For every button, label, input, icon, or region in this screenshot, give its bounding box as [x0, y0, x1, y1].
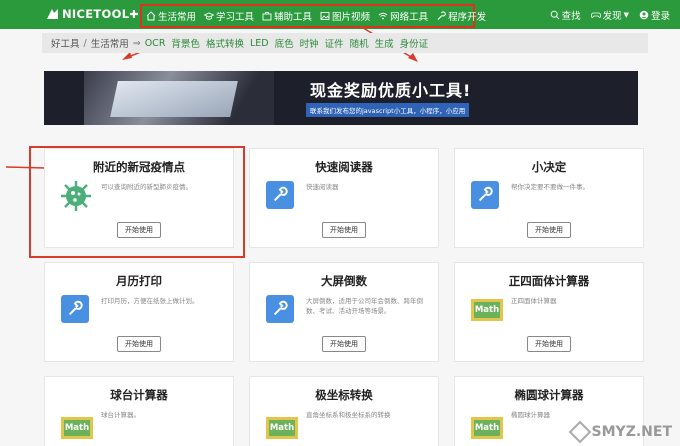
logo-text: NICETOOL [62, 7, 130, 21]
card-desc: 椭圆球计算器 [511, 411, 550, 419]
start-button[interactable]: 开始使用 [322, 222, 366, 238]
nav-item-study[interactable]: 学习工具 [204, 9, 254, 23]
start-button[interactable]: 开始使用 [322, 336, 366, 352]
laptop-screen [110, 81, 238, 117]
math-icon: Math [471, 299, 503, 321]
nav-label: 程序开发 [448, 12, 487, 23]
top-navbar: NICETOOL ✚ 生活常用 学习工具 辅助工具 图片视频 网络工具 程序开发 [0, 0, 680, 29]
tool-card-decision[interactable]: 小决定 帮你决定要不要做一件事。 开始使用 [454, 148, 644, 248]
card-title: 快速阅读器 [315, 160, 373, 174]
image-icon [320, 12, 330, 20]
card-desc: 快速阅读器 [306, 183, 339, 191]
site-logo[interactable]: NICETOOL ✚ [46, 7, 139, 21]
quick-link-clock[interactable]: 时钟 [300, 36, 319, 50]
quick-link-led[interactable]: LED [250, 38, 269, 49]
card-desc: 正四面体计算器 [511, 297, 557, 305]
math-icon: Math [471, 417, 503, 439]
nav-item-network[interactable]: 网络工具 [378, 9, 428, 23]
watermark-logo-icon [568, 420, 591, 444]
card-title: 球台计算器 [110, 388, 168, 402]
watermark-text: SMYZ.NET [591, 424, 672, 440]
card-desc: 球台计算器。 [101, 411, 140, 419]
nav-label: 辅助工具 [274, 12, 313, 23]
nav-label: 图片视频 [332, 12, 371, 23]
logo-icon [47, 9, 58, 19]
quick-link-format[interactable]: 格式转换 [206, 36, 244, 50]
card-title: 月历打印 [116, 274, 162, 288]
card-desc: 打印月历，方便在纸张上做计划。 [101, 297, 199, 305]
discover-label: 发现 [602, 10, 622, 22]
card-desc: 帮你决定要不要做一件事。 [511, 183, 589, 191]
quick-link-bg[interactable]: 底色 [275, 36, 294, 50]
watermark: SMYZ.NET [568, 420, 672, 444]
tool-card-polar[interactable]: 极坐标转换 Math 直角坐标系和极坐标系的转换 [249, 376, 439, 446]
banner-subtitle: 联系我们发布您的javascript小工具，小程序，小应用 [306, 103, 470, 117]
card-title: 极坐标转换 [315, 388, 373, 402]
main-nav: 生活常用 学习工具 辅助工具 图片视频 网络工具 程序开发 [140, 4, 486, 28]
wifi-icon [378, 12, 388, 20]
quick-link-bgcolor[interactable]: 背景色 [171, 36, 200, 50]
highlight-box [29, 146, 245, 258]
card-title: 大屏倒数 [321, 274, 367, 288]
promo-banner[interactable]: 现金奖励优质小工具! 联系我们发布您的javascript小工具，小程序，小应用 [44, 71, 638, 125]
breadcrumb: 好工具 / 生活常用 ⇒ OCR 背景色 格式转换 LED 底色 时钟 证件 随… [42, 33, 648, 53]
breadcrumb-current: 生活常用 [90, 39, 129, 50]
nav-item-life[interactable]: 生活常用 [146, 9, 196, 23]
start-button[interactable]: 开始使用 [117, 336, 161, 352]
quick-link-ocr[interactable]: OCR [145, 38, 166, 49]
tool-card-calendar[interactable]: 月历打印 打印月历，方便在纸张上做计划。 开始使用 [44, 262, 234, 362]
discover-dropdown[interactable]: 发现 ▼ [590, 8, 629, 22]
quick-link-random[interactable]: 随机 [350, 36, 369, 50]
gamepad-icon [590, 12, 601, 18]
card-title: 正四面体计算器 [508, 274, 590, 288]
quick-link-id-photo[interactable]: 证件 [325, 36, 344, 50]
wrench-icon [266, 181, 294, 209]
nav-item-assist[interactable]: 辅助工具 [262, 9, 312, 23]
caret-down-icon: ▼ [623, 10, 629, 19]
breadcrumb-arrow: ⇒ [132, 37, 141, 49]
tool-card-speedreader[interactable]: 快速阅读器 快速阅读器 开始使用 [249, 148, 439, 248]
home-icon [146, 11, 156, 21]
tool-card-tetrahedron[interactable]: 正四面体计算器 Math 正四面体计算器 开始使用 [454, 262, 644, 362]
start-button[interactable]: 开始使用 [527, 336, 571, 352]
math-icon: Math [266, 417, 298, 439]
wrench-icon [61, 295, 89, 323]
login-label: 登录 [650, 10, 670, 22]
user-icon [639, 10, 649, 19]
start-button[interactable]: 开始使用 [527, 222, 571, 238]
search-icon [550, 10, 559, 19]
login-link[interactable]: 登录 [639, 8, 670, 22]
tool-card-countdown[interactable]: 大屏倒数 大屏倒数，适用于公司年会倒数、跨年倒数、考试、活动开场等场景。 开始使… [249, 262, 439, 362]
banner-title: 现金奖励优质小工具! [310, 81, 472, 100]
tool-card-frustum[interactable]: 球台计算器 Math 球台计算器。 [44, 376, 234, 446]
wrench-icon [437, 11, 446, 20]
right-nav: 查找 发现 ▼ 登录 [540, 0, 670, 29]
breadcrumb-root[interactable]: 好工具 [51, 36, 80, 50]
nav-label: 网络工具 [390, 12, 429, 23]
graduation-cap-icon [204, 12, 215, 20]
nav-label: 学习工具 [216, 12, 255, 23]
card-desc: 直角坐标系和极坐标系的转换 [306, 411, 391, 419]
search-label: 查找 [561, 10, 581, 22]
search-link[interactable]: 查找 [550, 8, 581, 22]
card-desc: 大屏倒数，适用于公司年会倒数、跨年倒数、考试、活动开场等场景。 [306, 297, 423, 315]
math-icon: Math [61, 417, 93, 439]
nav-label: 生活常用 [158, 12, 197, 23]
nav-item-dev[interactable]: 程序开发 [436, 9, 486, 23]
card-title: 椭圆球计算器 [514, 388, 584, 402]
wrench-icon [471, 181, 499, 209]
nav-item-media[interactable]: 图片视频 [320, 9, 370, 23]
wrench-icon [266, 295, 294, 323]
briefcase-icon [262, 12, 272, 21]
card-title: 小决定 [531, 160, 567, 174]
quick-link-idcard[interactable]: 身份证 [400, 36, 429, 50]
quick-link-generate[interactable]: 生成 [375, 36, 394, 50]
